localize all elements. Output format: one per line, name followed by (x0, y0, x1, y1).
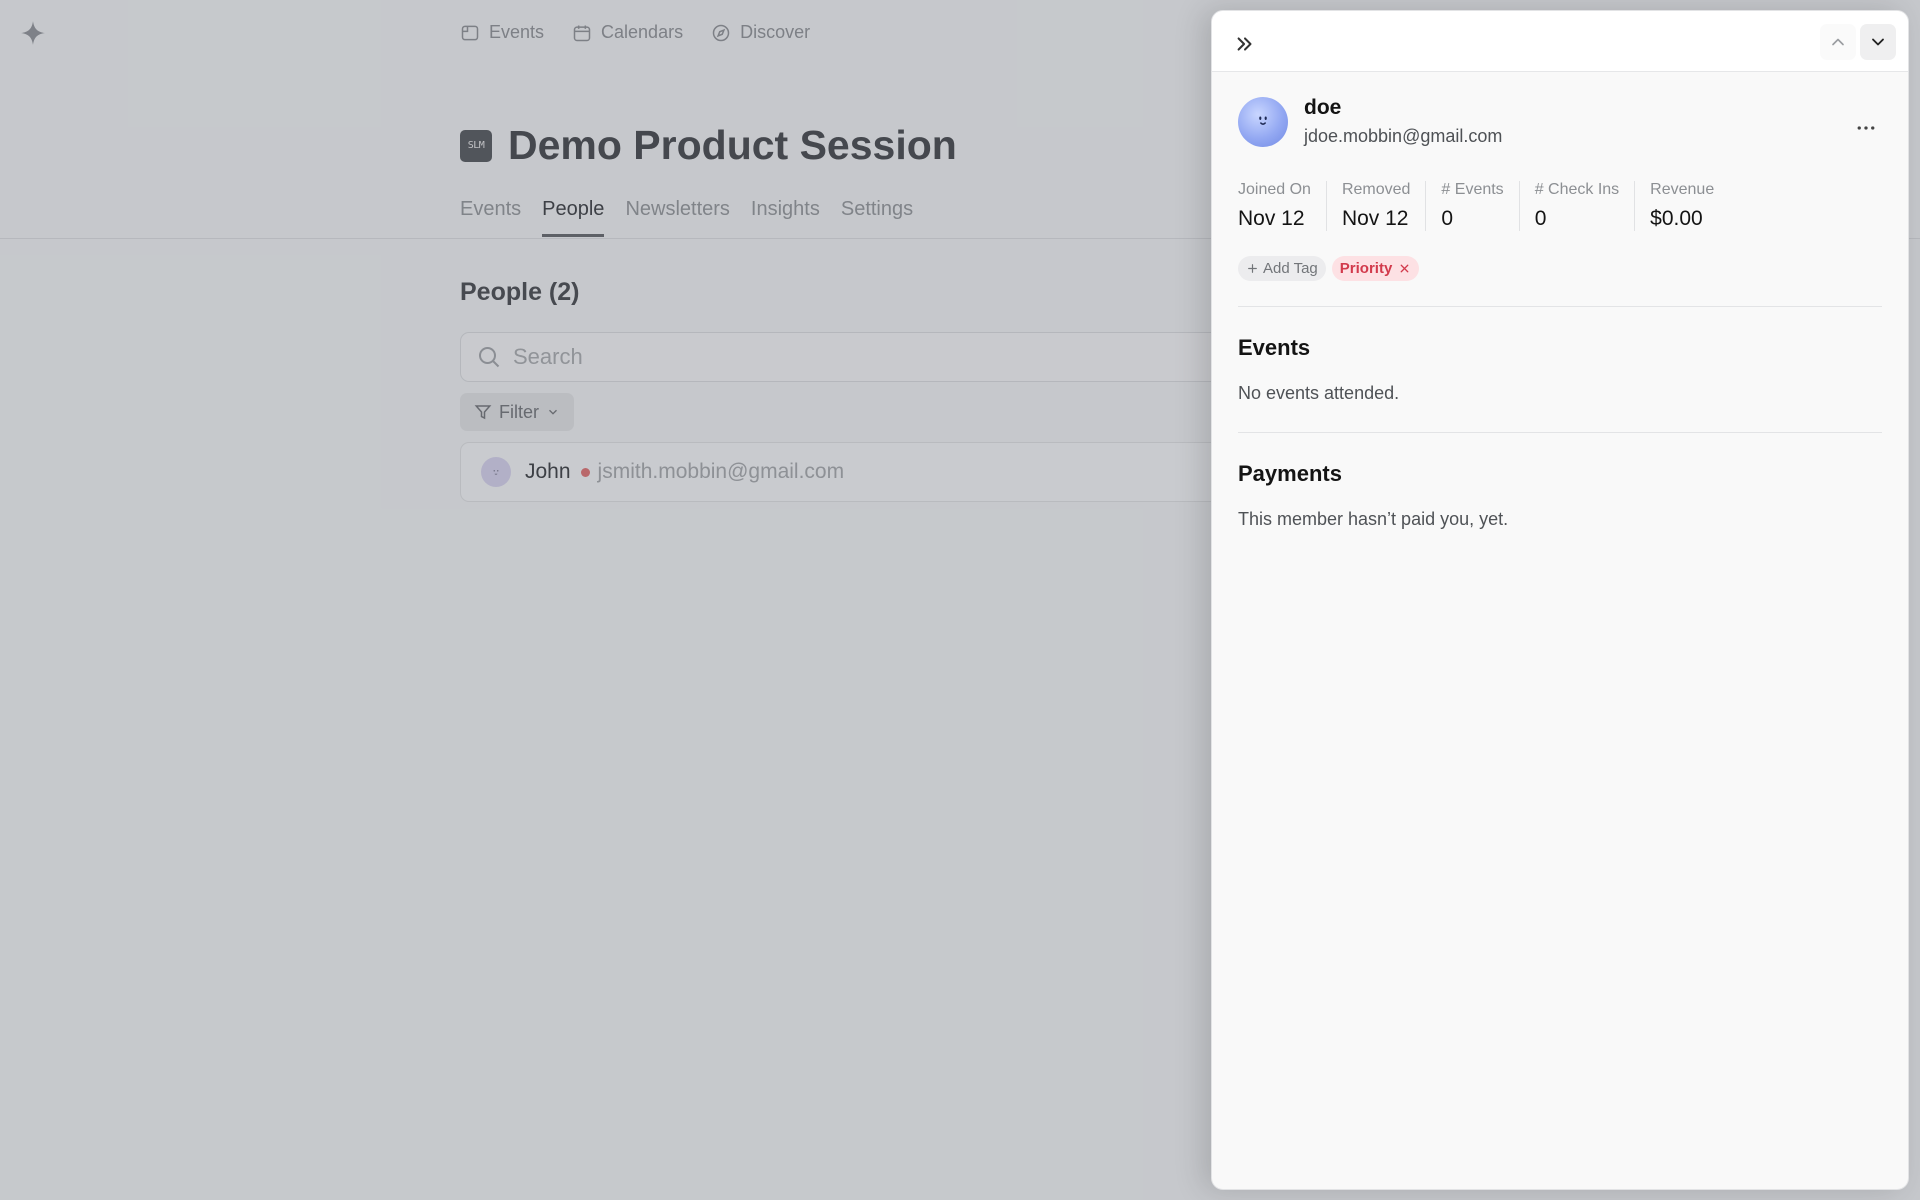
stat-value: 0 (1534, 207, 1547, 230)
stat-label: Removed (1341, 181, 1411, 198)
collapse-panel-button[interactable] (1232, 31, 1258, 57)
stat-label: # Check Ins (1534, 181, 1620, 198)
payments-section-title: Payments (1238, 461, 1342, 486)
stat-check-ins: # Check Ins 0 (1518, 181, 1634, 231)
stat-value: 0 (1441, 207, 1454, 230)
stat-value: $0.00 (1650, 207, 1703, 230)
stat-removed: Removed Nov 12 (1325, 181, 1425, 231)
member-detail-panel: doe jdoe.mobbin@gmail.com Joined On Nov … (1211, 10, 1909, 1190)
stat-value: Nov 12 (1238, 207, 1305, 230)
member-stats: Joined On Nov 12 Removed Nov 12 # Events… (1238, 181, 1729, 231)
section-divider (1238, 306, 1882, 307)
panel-toolbar (1212, 11, 1908, 72)
chevron-up-icon (1832, 38, 1844, 46)
next-member-button[interactable] (1860, 24, 1896, 60)
stat-joined-on: Joined On Nov 12 (1238, 181, 1326, 231)
previous-member-button[interactable] (1820, 24, 1856, 60)
stat-events: # Events 0 (1425, 181, 1518, 231)
close-icon[interactable] (1398, 262, 1411, 275)
stat-label: Revenue (1650, 181, 1715, 198)
stat-revenue: Revenue $0.00 (1634, 181, 1729, 231)
add-tag-button[interactable]: Add Tag (1238, 256, 1326, 281)
member-name: doe (1304, 96, 1342, 119)
events-empty-text: No events attended. (1238, 383, 1400, 403)
more-horizontal-icon (1857, 126, 1875, 130)
more-options-button[interactable] (1852, 117, 1880, 139)
chevron-down-icon (1872, 38, 1884, 46)
member-identity: doe jdoe.mobbin@gmail.com (1304, 96, 1502, 147)
events-section-title: Events (1238, 335, 1311, 360)
tag-priority: Priority (1331, 256, 1420, 281)
member-profile: doe jdoe.mobbin@gmail.com (1238, 96, 1502, 147)
stat-label: Joined On (1238, 181, 1311, 198)
tag-label: Priority (1339, 260, 1393, 277)
member-email: jdoe.mobbin@gmail.com (1304, 126, 1503, 146)
stat-label: # Events (1441, 181, 1504, 198)
section-divider (1238, 432, 1882, 433)
double-chevron-right-icon (1237, 37, 1252, 51)
avatar (1238, 96, 1288, 147)
stat-value: Nov 12 (1341, 207, 1409, 230)
add-tag-label: Add Tag (1263, 260, 1318, 277)
face-icon (1259, 115, 1267, 125)
payments-empty-text: This member hasn’t paid you, yet. (1238, 509, 1509, 529)
plus-icon (1248, 264, 1257, 273)
member-tags: Add Tag Priority (1238, 256, 1420, 281)
